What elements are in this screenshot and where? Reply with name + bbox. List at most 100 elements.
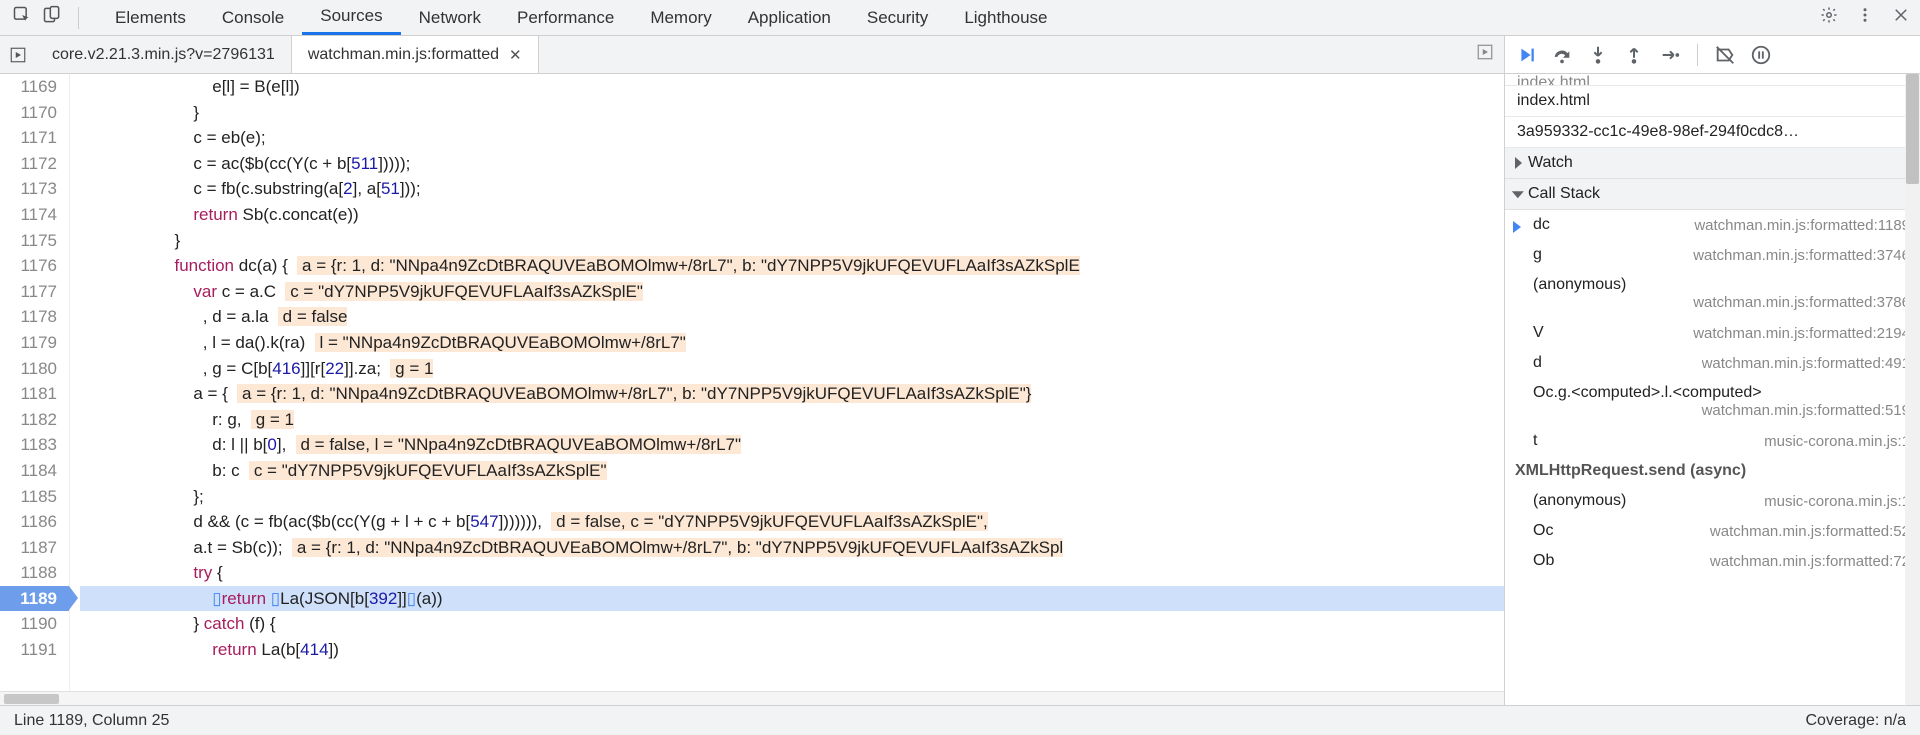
- code-line: } catch (f) {: [80, 611, 1504, 637]
- tab-performance[interactable]: Performance: [499, 0, 632, 35]
- async-separator: XMLHttpRequest.send (async): [1505, 456, 1920, 486]
- panel-tabs: ElementsConsoleSourcesNetworkPerformance…: [97, 0, 1066, 35]
- line-number[interactable]: 1171: [0, 125, 69, 151]
- line-number[interactable]: 1175: [0, 228, 69, 254]
- kebab-menu-icon[interactable]: [1856, 6, 1874, 29]
- resume-icon[interactable]: [1515, 44, 1537, 66]
- code-line: function dc(a) { a = {r: 1, d: "NNpa4n9Z…: [80, 253, 1504, 279]
- file-tab-label: watchman.min.js:formatted: [308, 46, 499, 64]
- frame-location: watchman.min.js:formatted:3746: [1693, 247, 1910, 264]
- line-number[interactable]: 1170: [0, 100, 69, 126]
- callstack-frame[interactable]: (anonymous)watchman.min.js:formatted:378…: [1505, 270, 1920, 318]
- callstack-frame[interactable]: dcwatchman.min.js:formatted:1189: [1505, 210, 1920, 240]
- callstack-frame[interactable]: gwatchman.min.js:formatted:3746: [1505, 240, 1920, 270]
- file-tab[interactable]: watchman.min.js:formatted ✕: [292, 36, 539, 73]
- line-number[interactable]: 1182: [0, 407, 69, 433]
- watch-label: Watch: [1528, 154, 1573, 172]
- line-number[interactable]: 1185: [0, 484, 69, 510]
- line-number[interactable]: 1176: [0, 253, 69, 279]
- callstack-frame[interactable]: (anonymous)music-corona.min.js:1: [1505, 486, 1920, 516]
- step-over-icon[interactable]: [1551, 44, 1573, 66]
- callstack-frame[interactable]: Vwatchman.min.js:formatted:2194: [1505, 318, 1920, 348]
- frame-location: watchman.min.js:formatted:52: [1710, 523, 1910, 540]
- frame-location: watchman.min.js:formatted:1189: [1694, 217, 1910, 234]
- threads-item[interactable]: 3a959332-cc1c-49e8-98ef-294f0cdc8…: [1505, 117, 1920, 148]
- line-number[interactable]: 1169: [0, 74, 69, 100]
- line-number[interactable]: 1181: [0, 381, 69, 407]
- code-line: , g = C[b[416]][r[22]].za; g = 1: [80, 356, 1504, 382]
- close-icon[interactable]: ✕: [509, 46, 522, 64]
- line-number[interactable]: 1184: [0, 458, 69, 484]
- frame-location: watchman.min.js:formatted:519: [1702, 402, 1910, 419]
- chevron-right-icon: [1515, 157, 1522, 169]
- line-number[interactable]: 1186: [0, 509, 69, 535]
- line-number[interactable]: 1177: [0, 279, 69, 305]
- callstack-frame[interactable]: dwatchman.min.js:formatted:491: [1505, 348, 1920, 378]
- tab-network[interactable]: Network: [401, 0, 499, 35]
- tab-application[interactable]: Application: [730, 0, 849, 35]
- tab-lighthouse[interactable]: Lighthouse: [946, 0, 1065, 35]
- frame-location: watchman.min.js:formatted:2194: [1693, 325, 1910, 342]
- frame-function: V: [1533, 324, 1567, 342]
- line-number[interactable]: 1188: [0, 560, 69, 586]
- code-line: e[l] = B(e[l]): [80, 74, 1504, 100]
- line-number[interactable]: 1190: [0, 611, 69, 637]
- tab-sources[interactable]: Sources: [302, 0, 400, 35]
- tab-elements[interactable]: Elements: [97, 0, 204, 35]
- vertical-scrollbar[interactable]: [1905, 74, 1920, 705]
- frame-function: Ob: [1533, 552, 1567, 570]
- device-toggle-icon[interactable]: [42, 5, 62, 30]
- code-line: c = fb(c.substring(a[2], a[51]));: [80, 176, 1504, 202]
- frame-function: t: [1533, 432, 1567, 450]
- code-editor[interactable]: 1169117011711172117311741175117611771178…: [0, 74, 1504, 691]
- callstack-frame[interactable]: Obwatchman.min.js:formatted:72: [1505, 546, 1920, 576]
- debugger-toolbar: [1505, 36, 1920, 74]
- line-number[interactable]: 1183: [0, 432, 69, 458]
- threads-item[interactable]: index.html: [1505, 86, 1920, 117]
- watch-section-header[interactable]: Watch: [1505, 148, 1920, 179]
- line-number[interactable]: 1191: [0, 637, 69, 663]
- navigator-toggle-icon[interactable]: [4, 46, 32, 64]
- callstack-frame[interactable]: tmusic-corona.min.js:1: [1505, 426, 1920, 456]
- divider: [1697, 44, 1698, 66]
- inspect-icon[interactable]: [12, 5, 32, 30]
- run-snippet-icon[interactable]: [1466, 43, 1504, 66]
- line-number[interactable]: 1173: [0, 176, 69, 202]
- step-out-icon[interactable]: [1623, 44, 1645, 66]
- code-line: c = ac($b(cc(Y(c + b[511]))));: [80, 151, 1504, 177]
- cursor-position: Line 1189, Column 25: [14, 712, 169, 730]
- callstack-section-header[interactable]: Call Stack: [1505, 179, 1920, 210]
- callstack-frame[interactable]: Oc.g.<computed>.l.<computed>watchman.min…: [1505, 378, 1920, 426]
- deactivate-breakpoints-icon[interactable]: [1714, 44, 1736, 66]
- step-into-icon[interactable]: [1587, 44, 1609, 66]
- callstack-frame[interactable]: Ocwatchman.min.js:formatted:52: [1505, 516, 1920, 546]
- callstack-label: Call Stack: [1528, 185, 1600, 203]
- line-number[interactable]: 1180: [0, 356, 69, 382]
- close-devtools-icon[interactable]: [1892, 6, 1910, 29]
- line-number[interactable]: 1174: [0, 202, 69, 228]
- code-line: };: [80, 484, 1504, 510]
- line-number[interactable]: 1187: [0, 535, 69, 561]
- pause-on-exceptions-icon[interactable]: [1750, 44, 1772, 66]
- threads-item[interactable]: index.html: [1505, 74, 1920, 86]
- line-number[interactable]: 1172: [0, 151, 69, 177]
- line-number[interactable]: 1189: [0, 586, 69, 612]
- code-line: c = eb(e);: [80, 125, 1504, 151]
- tab-memory[interactable]: Memory: [632, 0, 729, 35]
- code-line: , l = da().k(ra) l = "NNpa4n9ZcDtBRAQUVE…: [80, 330, 1504, 356]
- step-icon[interactable]: [1659, 44, 1681, 66]
- code-line: return Sb(c.concat(e)): [80, 202, 1504, 228]
- frame-function: d: [1533, 354, 1567, 372]
- frame-function: (anonymous): [1533, 276, 1626, 293]
- line-number[interactable]: 1178: [0, 304, 69, 330]
- tab-security[interactable]: Security: [849, 0, 946, 35]
- code-line: return La(b[414]): [80, 637, 1504, 663]
- line-number[interactable]: 1179: [0, 330, 69, 356]
- coverage-status: Coverage: n/a: [1805, 712, 1906, 730]
- chevron-down-icon: [1512, 191, 1524, 198]
- file-tab[interactable]: core.v2.21.3.min.js?v=2796131: [36, 36, 292, 73]
- tab-console[interactable]: Console: [204, 0, 302, 35]
- settings-icon[interactable]: [1820, 6, 1838, 29]
- horizontal-scrollbar[interactable]: [0, 691, 1504, 705]
- code-content[interactable]: e[l] = B(e[l]) } c = eb(e); c = ac($b(cc…: [70, 74, 1504, 691]
